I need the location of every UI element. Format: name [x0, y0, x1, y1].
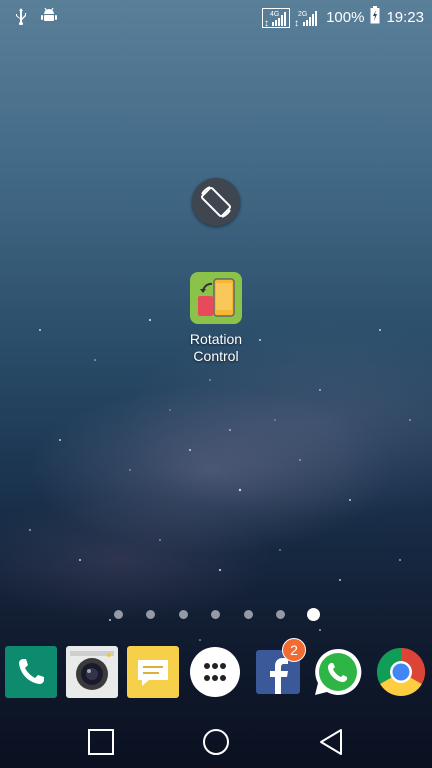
status-bar: 4G ↕ 2G ↕ 100% 19:23: [0, 0, 432, 32]
page-dot[interactable]: [179, 610, 188, 619]
phone-icon: [5, 646, 57, 698]
home-button[interactable]: [201, 727, 231, 757]
camera-icon: [66, 646, 118, 698]
whatsapp-icon: [315, 648, 362, 695]
phone-app[interactable]: [5, 646, 57, 698]
signal-2g-icon: 2G ↕: [294, 8, 320, 29]
message-icon: [127, 646, 179, 698]
screen-rotation-icon: [200, 186, 232, 218]
recent-apps-button[interactable]: [86, 727, 116, 757]
facebook-app[interactable]: 2: [252, 638, 306, 698]
whatsapp-app[interactable]: [312, 646, 364, 698]
back-button[interactable]: [316, 727, 346, 757]
app-rotation-control[interactable]: Rotation Control: [168, 272, 264, 365]
battery-charging-icon: [370, 6, 380, 28]
signal-4g-icon: 4G ↕: [262, 8, 291, 29]
navigation-bar: [0, 715, 432, 768]
app-drawer-button[interactable]: [189, 646, 241, 698]
chrome-app[interactable]: [375, 646, 427, 698]
messages-app[interactable]: [127, 646, 179, 698]
page-indicator: [0, 607, 432, 621]
battery-percent: 100%: [326, 8, 365, 26]
dock: 2: [0, 638, 432, 702]
usb-icon: [14, 7, 28, 30]
rotation-control-icon: [190, 272, 242, 324]
page-dot[interactable]: [146, 610, 155, 619]
chrome-icon: [376, 648, 426, 697]
svg-text:↕: ↕: [264, 18, 269, 28]
back-icon: [320, 729, 342, 755]
clock: 19:23: [386, 8, 424, 26]
page-dot-active[interactable]: [307, 608, 320, 621]
page-dot[interactable]: [211, 610, 220, 619]
svg-text:4G: 4G: [270, 11, 279, 18]
svg-text:↕: ↕: [294, 18, 299, 28]
screen-rotation-widget[interactable]: [192, 178, 240, 226]
page-dot[interactable]: [114, 610, 123, 619]
page-dot[interactable]: [244, 610, 253, 619]
home-icon: [203, 729, 229, 755]
recent-apps-icon: [88, 729, 114, 755]
android-debug-icon: [40, 7, 58, 30]
notification-badge: 2: [282, 638, 306, 662]
camera-app[interactable]: [66, 646, 118, 698]
page-dot[interactable]: [276, 610, 285, 619]
app-label: Rotation Control: [189, 331, 243, 364]
apps-grid-icon: [190, 647, 240, 697]
svg-text:2G: 2G: [298, 11, 307, 18]
